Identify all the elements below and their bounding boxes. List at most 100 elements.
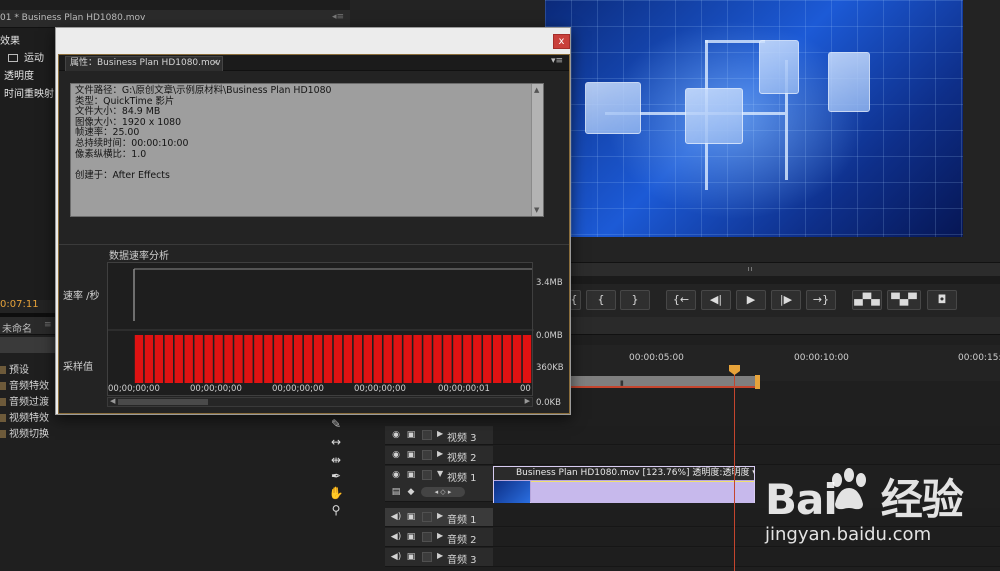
tree-item-audio-transitions[interactable]: 音频过渡 (0, 393, 49, 408)
slide-tool-icon[interactable]: ⇹ (328, 452, 344, 468)
extract-button[interactable]: ▀▄▀ (887, 290, 921, 310)
scroll-left-icon[interactable]: ◀ (110, 397, 115, 405)
lock-toggle[interactable] (422, 450, 432, 460)
keyframe-icon[interactable]: ◆ (405, 486, 417, 498)
info-scrollbar[interactable]: ▲ ▼ (531, 84, 543, 216)
properties-tabbar: 属性：Business Plan HD1080.mov × ▾≡ (59, 55, 569, 71)
video-clip[interactable]: Business Plan HD1080.mov [123.76%] 透明度:透… (493, 466, 755, 503)
effect-time-remap[interactable]: 时间重映射 (4, 85, 54, 100)
tab-properties[interactable]: 属性：Business Plan HD1080.mov × (65, 56, 223, 71)
panel-menu-icon[interactable]: ▾≡ (551, 56, 563, 66)
tab-more-icon[interactable]: ≡ (44, 320, 52, 330)
work-area-bar[interactable]: ▮ (560, 376, 758, 388)
track-video-3[interactable]: ◉ ▣ ▶ 视频 3 (385, 426, 493, 445)
expand-icon[interactable]: ▶ (437, 449, 443, 458)
eye-icon[interactable]: ◉ (390, 429, 402, 441)
sync-lock-icon[interactable]: ▣ (405, 551, 417, 563)
lock-toggle[interactable] (422, 512, 432, 522)
close-button[interactable]: x (553, 34, 570, 49)
track-video-1[interactable]: ◉ ▣ ▼ 视频 1 ▤ ◆ ◂ ◇ ▸ (385, 466, 493, 502)
eye-icon[interactable]: ◉ (390, 469, 402, 481)
lock-toggle[interactable] (422, 552, 432, 562)
data-rate-chart-svg: 00;00;00;00 00;00;00;00 00;00;00;00 00;00;0… (108, 268, 534, 394)
tools-panel: ✎ ↔ ⇹ ✒ ✋ ⚲ (322, 412, 350, 571)
close-tab-icon[interactable]: × (211, 57, 219, 70)
sync-lock-icon[interactable]: ▣ (405, 511, 417, 523)
track-lane[interactable] (493, 446, 1000, 465)
sync-lock-icon[interactable]: ▣ (405, 449, 417, 461)
mark-out-button[interactable]: { (586, 290, 616, 310)
playhead-line[interactable] (734, 365, 735, 571)
expand-icon[interactable]: ▶ (437, 511, 443, 520)
hand-tool-icon[interactable]: ✋ (328, 485, 344, 501)
slip-tool-icon[interactable]: ↔ (328, 434, 344, 450)
go-to-in-button[interactable]: {← (666, 290, 696, 310)
monitor-scrub-bar[interactable] (565, 262, 1000, 276)
track-audio-3[interactable]: ◀) ▣ ▶ 音频 3 (385, 548, 493, 567)
scroll-thumb[interactable] (118, 399, 208, 405)
sync-lock-icon[interactable]: ▣ (405, 469, 417, 481)
clip-opacity-band[interactable] (531, 481, 754, 503)
speaker-icon[interactable]: ◀) (390, 511, 402, 523)
lock-toggle[interactable] (422, 430, 432, 440)
track-lane[interactable] (493, 426, 1000, 445)
step-forward-button[interactable]: |▶ (771, 290, 801, 310)
lock-toggle[interactable] (422, 532, 432, 542)
track-video-2[interactable]: ◉ ▣ ▶ 视频 2 (385, 446, 493, 465)
sync-lock-icon[interactable]: ▣ (405, 429, 417, 441)
export-frame-button[interactable]: ◘ (927, 290, 957, 310)
opacity-rubberband[interactable] (531, 481, 754, 482)
speaker-icon[interactable]: ◀) (390, 531, 402, 543)
sample-bar (164, 335, 173, 383)
keyframe-nav[interactable]: ◂ ◇ ▸ (421, 487, 465, 497)
sample-bar (254, 335, 263, 383)
scroll-right-icon[interactable]: ▶ (525, 397, 530, 405)
lift-button[interactable]: ▄▀▄ (852, 290, 882, 310)
tab-project[interactable]: 未命名 (2, 320, 32, 335)
sample-bar (204, 335, 213, 383)
eye-icon[interactable]: ◉ (390, 449, 402, 461)
effect-motion[interactable]: 运动 (8, 49, 44, 64)
expand-icon[interactable]: ▶ (437, 551, 443, 560)
tree-item-video-transitions[interactable]: 视频切换 (0, 425, 49, 440)
tree-item-audio-effects[interactable]: 音频特效 (0, 377, 49, 392)
expand-icon[interactable]: ▶ (437, 429, 443, 438)
work-area-end-handle[interactable] (755, 375, 760, 389)
sample-bar (134, 335, 144, 383)
panel-menu-icon[interactable]: ◂≡ (332, 12, 344, 22)
lock-toggle[interactable] (422, 470, 432, 480)
file-info-text: 文件路径：G:\原创文章\示例原材料\Business Plan HD1080 … (75, 85, 332, 181)
speaker-icon[interactable]: ◀) (390, 551, 402, 563)
play-button[interactable]: ▶ (736, 290, 766, 310)
tree-item-presets[interactable]: 预设 (0, 361, 29, 376)
collapse-icon[interactable]: ▼ (437, 469, 443, 478)
tree-item-video-effects[interactable]: 视频特效 (0, 409, 49, 424)
monitor-ruler[interactable] (565, 276, 1000, 284)
scroll-up-icon[interactable]: ▲ (534, 86, 539, 94)
pen-tool-icon[interactable]: ✒ (328, 468, 344, 484)
tree-item-label: 音频特效 (9, 381, 49, 392)
chart-title: 数据速率分析 (109, 251, 169, 262)
y-tick-label: 0.0MB (536, 331, 563, 341)
sample-bar (473, 335, 482, 383)
scroll-down-icon[interactable]: ▼ (534, 206, 539, 214)
sample-bar (423, 335, 432, 383)
razor-tool-icon[interactable]: ✎ (328, 416, 344, 432)
effect-opacity[interactable]: 透明度 (4, 67, 34, 82)
step-back-button[interactable]: ◀| (701, 290, 731, 310)
track-audio-2[interactable]: ◀) ▣ ▶ 音频 2 (385, 528, 493, 547)
effect-timecode[interactable]: 0:07:11 (0, 299, 39, 310)
sync-lock-icon[interactable]: ▣ (405, 531, 417, 543)
sample-bar (244, 335, 253, 383)
track-audio-1[interactable]: ◀) ▣ ▶ 音频 1 (385, 508, 493, 527)
expand-icon[interactable]: ▶ (437, 531, 443, 540)
file-info-box[interactable]: 文件路径：G:\原创文章\示例原材料\Business Plan HD1080 … (70, 83, 544, 217)
display-style-icon[interactable]: ▤ (390, 486, 402, 498)
clip-title: Business Plan HD1080.mov [123.76%] 透明度:透… (494, 467, 754, 480)
tree-item-label: 预设 (9, 365, 29, 376)
zoom-tool-icon[interactable]: ⚲ (328, 502, 344, 518)
chart-scrollbar[interactable]: ◀ ▶ (107, 397, 533, 407)
mark-out-2-button[interactable]: } (620, 290, 650, 310)
sample-bar (234, 335, 243, 383)
go-to-out-button[interactable]: →} (806, 290, 836, 310)
